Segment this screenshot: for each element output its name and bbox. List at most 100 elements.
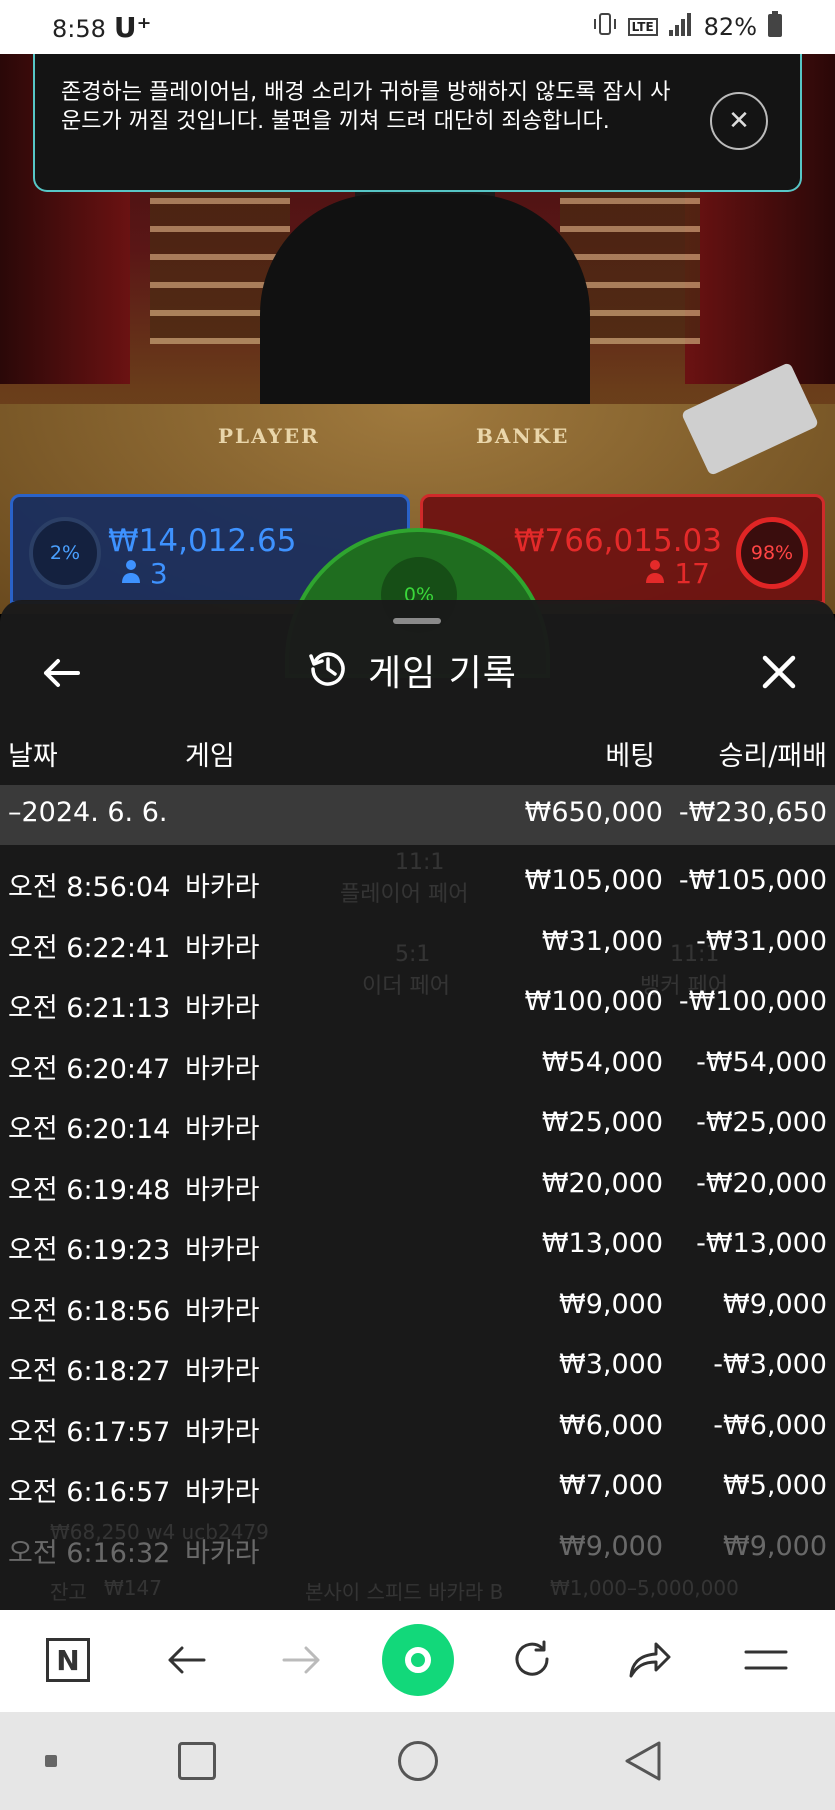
triangle-back-icon: [625, 1741, 661, 1781]
row-bet: ₩3,000: [559, 1349, 663, 1380]
row-time: 오전 6:22:41: [8, 932, 171, 964]
sheet-drag-handle[interactable]: [393, 618, 441, 624]
row-time: 오전 6:20:14: [8, 1114, 171, 1145]
battery-icon: [767, 11, 783, 43]
status-time: 8:58: [52, 14, 106, 43]
browser-share-button[interactable]: [620, 1630, 680, 1690]
history-row[interactable]: 오전 6:19:23 바카라 ₩13,000 -₩13,000: [0, 1218, 835, 1279]
row-time: 오전 6:21:13: [8, 993, 171, 1024]
person-icon: [121, 557, 150, 590]
history-row[interactable]: 오전 6:17:57 바카라 ₩6,000 -₩6,000: [0, 1400, 835, 1461]
sheet-title-group: 게임 기록: [308, 644, 517, 696]
status-bar: 8:58 U⁺ LTE 82%: [0, 0, 835, 54]
back-button[interactable]: [36, 648, 86, 698]
banker-count-value: 17: [674, 557, 710, 590]
row-bet: ₩9,000: [559, 1288, 663, 1320]
date-group-winloss: -₩230,650: [678, 797, 827, 828]
row-bet: ₩20,000: [541, 1167, 663, 1199]
col-bet: 베팅: [605, 741, 655, 772]
row-game: 바카라: [185, 1477, 260, 1508]
row-winloss: -₩3,000: [713, 1349, 827, 1380]
row-winloss: -₩13,000: [696, 1228, 827, 1259]
row-game: 바카라: [185, 1235, 260, 1266]
row-winloss: -₩25,000: [696, 1107, 827, 1138]
reload-icon: [515, 1640, 549, 1676]
col-date: 날짜: [8, 741, 58, 772]
browser-home-button[interactable]: [382, 1624, 454, 1696]
row-bet: ₩9,000: [559, 1530, 663, 1562]
sheet-title: 게임 기록: [368, 653, 517, 694]
history-row[interactable]: 오전 6:18:27 바카라 ₩3,000 -₩3,000: [0, 1339, 835, 1400]
col-game: 게임: [185, 741, 235, 772]
signal-icon: [668, 12, 694, 42]
nav-home-button[interactable]: [395, 1738, 441, 1784]
player-bettor-count: 3: [121, 557, 168, 590]
row-winloss: ₩9,000: [723, 1288, 827, 1320]
table-header: 날짜 게임 베팅 승리/패배: [0, 734, 835, 774]
row-bet: ₩100,000: [524, 986, 663, 1017]
row-winloss: -₩100,000: [678, 986, 827, 1017]
dot-icon: [45, 1755, 57, 1767]
nav-recents-button[interactable]: [174, 1738, 220, 1784]
banker-bettor-count: 17: [645, 557, 710, 590]
history-row[interactable]: 오전 6:16:32 바카라 ₩9,000 ₩9,000: [0, 1521, 835, 1582]
notice-text: 존경하는 플레이어님, 배경 소리가 귀하를 방해하지 않도록 잠시 사운드가 …: [61, 80, 671, 134]
browser-forward-button[interactable]: [272, 1630, 332, 1690]
row-game: 바카라: [185, 1416, 260, 1448]
history-row[interactable]: 오전 6:18:56 바카라 ₩9,000 ₩9,000: [0, 1279, 835, 1340]
notice-close-icon[interactable]: ✕: [710, 92, 768, 150]
browser-back-button[interactable]: [156, 1630, 216, 1690]
row-bet: ₩25,000: [541, 1107, 663, 1138]
row-game: 바카라: [185, 932, 260, 964]
col-winloss: 승리/패배: [718, 741, 827, 772]
close-button[interactable]: [753, 646, 805, 698]
sheet-header: 게임 기록: [0, 640, 835, 720]
nav-back-button[interactable]: [620, 1738, 666, 1784]
browser-reload-button[interactable]: [502, 1630, 562, 1690]
history-list: 오전 8:56:04 바카라 ₩105,000 -₩105,000 오전 6:22:41…: [0, 855, 835, 1581]
date-group-row[interactable]: –2024. 6. 6. ₩650,000 -₩230,650: [0, 785, 835, 845]
lte-badge: LTE: [627, 18, 658, 36]
table-player-label: PLAYER: [218, 424, 320, 448]
row-time: 오전 6:19:48: [8, 1174, 171, 1206]
row-game: 바카라: [185, 1356, 260, 1387]
close-icon: [762, 655, 796, 689]
status-right: LTE 82%: [592, 11, 783, 43]
row-bet: ₩7,000: [559, 1470, 663, 1501]
history-row[interactable]: 오전 6:19:48 바카라 ₩20,000 -₩20,000: [0, 1158, 835, 1219]
player-total-amount: ₩14,012.65: [108, 523, 297, 559]
history-row[interactable]: 오전 8:56:04 바카라 ₩105,000 -₩105,000: [0, 855, 835, 916]
row-time: 오전 6:16:57: [8, 1477, 171, 1508]
banker-total-amount: ₩766,015.03: [513, 523, 722, 559]
arrow-left-icon: [168, 1646, 206, 1674]
nav-dot-button[interactable]: [28, 1738, 74, 1784]
browser-menu-button[interactable]: [736, 1630, 796, 1690]
system-nav-bar: [0, 1712, 835, 1810]
history-row[interactable]: 오전 6:22:41 바카라 ₩31,000 -₩31,000: [0, 916, 835, 977]
history-row[interactable]: 오전 6:20:47 바카라 ₩54,000 -₩54,000: [0, 1037, 835, 1098]
row-game: 바카라: [185, 1114, 260, 1145]
menu-icon: [744, 1650, 788, 1670]
row-time: 오전 6:18:56: [8, 1295, 171, 1327]
history-row[interactable]: 오전 6:21:13 바카라 ₩100,000 -₩100,000: [0, 976, 835, 1037]
history-row[interactable]: 오전 6:20:14 바카라 ₩25,000 -₩25,000: [0, 1097, 835, 1158]
history-row[interactable]: 오전 6:16:57 바카라 ₩7,000 ₩5,000: [0, 1460, 835, 1521]
arrow-right-icon: [282, 1646, 320, 1674]
row-game: 바카라: [185, 872, 260, 903]
banker-percent-ring: 98%: [736, 517, 808, 589]
naver-n-button[interactable]: N: [38, 1630, 98, 1690]
person-icon: [645, 557, 674, 590]
row-bet: ₩13,000: [541, 1228, 663, 1259]
naver-n-icon: N: [46, 1638, 90, 1682]
row-time: 오전 6:17:57: [8, 1416, 171, 1448]
date-group-bet: ₩650,000: [524, 797, 663, 828]
row-time: 오전 6:19:23: [8, 1235, 171, 1266]
date-group-label: –2024. 6. 6.: [8, 797, 168, 828]
green-dot-icon: [405, 1647, 431, 1673]
vibrate-icon: [592, 11, 618, 43]
square-icon: [178, 1742, 216, 1780]
row-game: 바카라: [185, 993, 260, 1024]
row-winloss: ₩9,000: [723, 1530, 827, 1562]
row-time: 오전 6:20:47: [8, 1053, 171, 1085]
row-winloss: -₩105,000: [678, 865, 827, 896]
